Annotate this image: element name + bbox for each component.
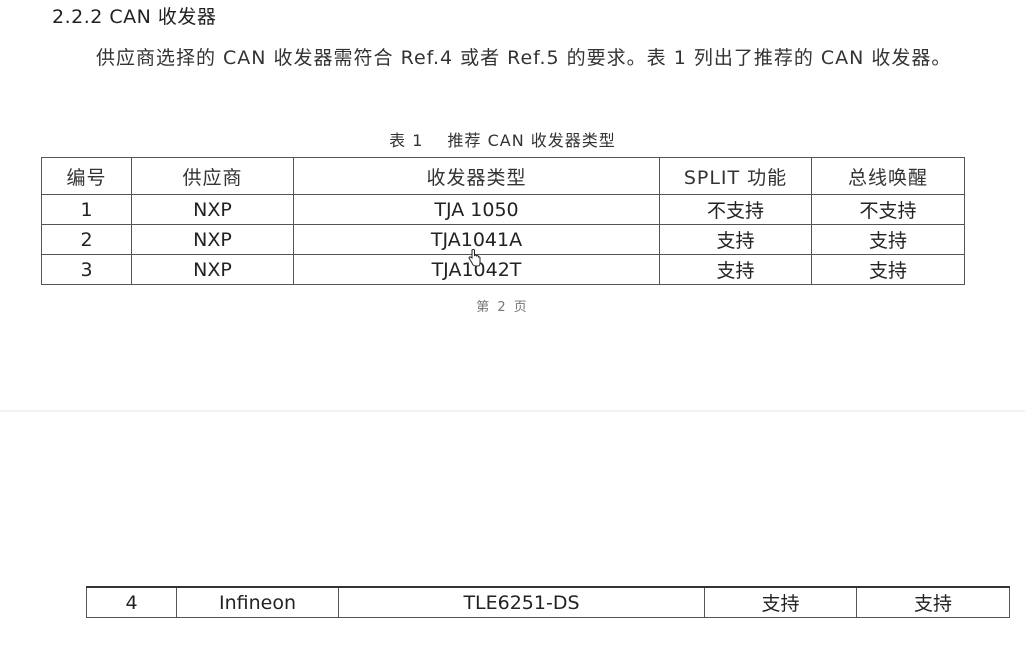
header-number: 编号 <box>41 157 132 195</box>
page-separator <box>0 410 1025 412</box>
cell-supplier: Infineon <box>176 586 339 618</box>
page-label: 第 2 页 <box>476 300 529 315</box>
cell-bus-wakeup: 不支持 <box>811 194 965 225</box>
cell-number: 4 <box>86 586 177 618</box>
transceiver-table-continued: 4 Infineon TLE6251-DS 支持 支持 <box>86 586 1010 618</box>
table-caption-title: 推荐 CAN 收发器类型 <box>447 131 616 150</box>
section-paragraph: 供应商选择的 CAN 收发器需符合 Ref.4 或者 Ref.5 的要求。表 1… <box>96 47 952 69</box>
table-caption-number: 表 1 <box>389 131 424 150</box>
transceiver-table: 编号 供应商 收发器类型 SPLIT 功能 总线唤醒 1 NXP TJA 105… <box>41 157 965 285</box>
cell-split-function: 支持 <box>659 254 812 285</box>
table-caption: 表 1 推荐 CAN 收发器类型 <box>0 127 1005 151</box>
cell-split-function: 支持 <box>659 224 812 255</box>
header-bus-wakeup: 总线唤醒 <box>811 157 965 195</box>
cell-supplier: NXP <box>131 254 294 285</box>
cell-supplier: NXP <box>131 224 294 255</box>
table-row: 4 Infineon TLE6251-DS 支持 支持 <box>86 586 1010 618</box>
cell-split-function: 不支持 <box>659 194 812 225</box>
header-transceiver-type: 收发器类型 <box>293 157 660 195</box>
table-row: 3 NXP TJA1042T 支持 支持 <box>41 254 965 285</box>
cell-transceiver-type: TJA 1050 <box>293 194 660 225</box>
cell-transceiver-type: TLE6251-DS <box>338 586 705 618</box>
cell-bus-wakeup: 支持 <box>811 254 965 285</box>
cell-bus-wakeup: 支持 <box>811 224 965 255</box>
cell-supplier: NXP <box>131 194 294 225</box>
cell-bus-wakeup: 支持 <box>856 586 1010 618</box>
cell-number: 3 <box>41 254 132 285</box>
section-heading: 2.2.2 CAN 收发器 <box>52 6 217 28</box>
document-page: 2.2.2 CAN 收发器 供应商选择的 CAN 收发器需符合 Ref.4 或者… <box>0 0 1025 410</box>
table-header-row: 编号 供应商 收发器类型 SPLIT 功能 总线唤醒 <box>41 157 965 195</box>
table-row: 1 NXP TJA 1050 不支持 不支持 <box>41 194 965 225</box>
header-split-function: SPLIT 功能 <box>659 157 812 195</box>
cell-split-function: 支持 <box>704 586 857 618</box>
table-row: 2 NXP TJA1041A 支持 支持 <box>41 224 965 255</box>
hand-pointer-icon <box>468 249 481 267</box>
cell-number: 2 <box>41 224 132 255</box>
header-supplier: 供应商 <box>131 157 294 195</box>
cell-number: 1 <box>41 194 132 225</box>
